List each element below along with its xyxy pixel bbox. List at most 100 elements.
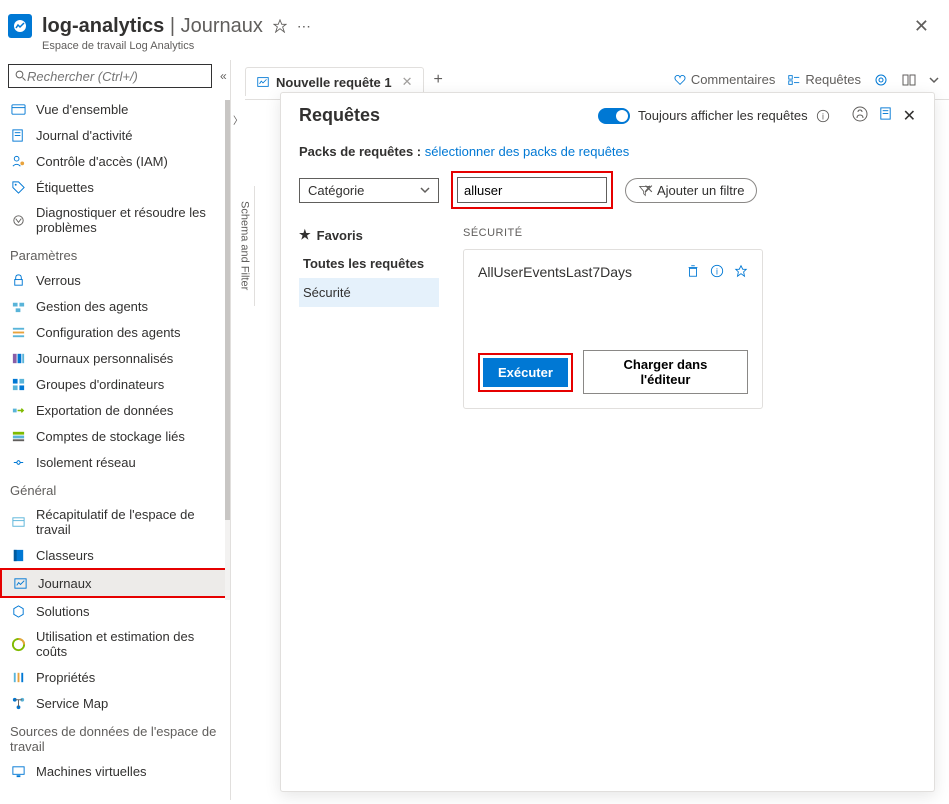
pin-icon[interactable]	[273, 19, 287, 33]
favorites-item[interactable]: ★ Favoris	[299, 221, 439, 249]
collapse-schema-icon[interactable]: 〉	[233, 112, 243, 127]
always-show-toggle[interactable]	[598, 108, 630, 124]
sidebar-item-iam[interactable]: Contrôle d'accès (IAM)	[0, 148, 230, 174]
favorites-label: Favoris	[317, 228, 363, 243]
svg-text:i: i	[822, 111, 824, 121]
more-icon[interactable]: ⋯	[297, 18, 313, 35]
modal-title: Requêtes	[299, 105, 380, 126]
sidebar-item-label: Solutions	[36, 604, 89, 619]
sidebar-item-storage[interactable]: Comptes de stockage liés	[0, 423, 230, 449]
sidebar-item-label: Utilisation et estimation des coûts	[36, 629, 222, 659]
sidebar-item-properties[interactable]: Propriétés	[0, 664, 230, 690]
always-show-label: Toujours afficher les requêtes	[638, 108, 808, 123]
properties-icon	[10, 669, 26, 685]
query-card: AllUserEventsLast7Days i Exécuter	[463, 249, 763, 409]
comments-button[interactable]: Commentaires	[673, 72, 776, 87]
query-search[interactable]: ×	[457, 177, 607, 203]
heart-icon	[673, 73, 687, 87]
logs-icon	[256, 75, 270, 89]
chevron-down-icon	[420, 185, 430, 195]
delete-query-icon[interactable]	[686, 264, 700, 278]
queries-icon	[787, 73, 801, 87]
sidebar-item-label: Journaux personnalisés	[36, 351, 173, 366]
sidebar-item-vms[interactable]: Machines virtuelles	[0, 758, 230, 784]
sidebar-item-agents[interactable]: Gestion des agents	[0, 293, 230, 319]
favorite-query-icon[interactable]	[734, 264, 748, 278]
chevron-down-icon[interactable]	[929, 75, 939, 85]
workbooks-icon	[10, 547, 26, 563]
select-packs-link[interactable]: sélectionner des packs de requêtes	[425, 144, 630, 159]
document-icon[interactable]	[878, 106, 893, 126]
svg-text:+: +	[648, 184, 651, 191]
sidebar-item-groups[interactable]: Groupes d'ordinateurs	[0, 371, 230, 397]
logs-icon	[12, 575, 28, 591]
sidebar-item-logs[interactable]: Journaux	[0, 568, 230, 598]
schema-filter-tab[interactable]: Schema and Filter	[235, 186, 255, 306]
sidebar-item-summary[interactable]: Récapitulatif de l'espace de travail	[0, 502, 230, 542]
all-queries-item[interactable]: Toutes les requêtes	[299, 249, 439, 278]
sidebar-item-solutions[interactable]: Solutions	[0, 598, 230, 624]
sidebar-item-label: Étiquettes	[36, 180, 94, 195]
servicemap-icon	[10, 695, 26, 711]
customlogs-icon	[10, 350, 26, 366]
workspace-icon	[8, 14, 32, 38]
sidebar-item-servicemap[interactable]: Service Map	[0, 690, 230, 716]
close-blade-button[interactable]: ✕	[906, 12, 937, 41]
sidebar-item-network[interactable]: Isolement réseau	[0, 449, 230, 475]
queries-label: Requêtes	[805, 72, 861, 87]
sidebar-item-workbooks[interactable]: Classeurs	[0, 542, 230, 568]
sidebar-item-label: Propriétés	[36, 670, 95, 685]
sidebar-item-label: Machines virtuelles	[36, 764, 147, 779]
sidebar-item-label: Classeurs	[36, 548, 94, 563]
search-icon	[15, 70, 27, 82]
modal-close-button[interactable]: ✕	[903, 106, 916, 126]
tab-label: Nouvelle requête 1	[276, 75, 392, 90]
sidebar-item-overview[interactable]: Vue d'ensemble	[0, 96, 230, 122]
add-tab-button[interactable]: +	[424, 71, 453, 89]
load-editor-button[interactable]: Charger dans l'éditeur	[583, 350, 748, 394]
filter-icon: +	[638, 184, 651, 197]
sidebar-item-activity[interactable]: Journal d'activité	[0, 122, 230, 148]
execute-highlight: Exécuter	[478, 353, 573, 392]
workspace-caption: Espace de travail Log Analytics	[0, 40, 949, 60]
query-search-input[interactable]	[464, 183, 640, 198]
add-filter-button[interactable]: + Ajouter un filtre	[625, 178, 757, 203]
panel-icon[interactable]	[901, 72, 917, 88]
sidebar-search-input[interactable]	[27, 69, 205, 84]
sidebar-item-tags[interactable]: Étiquettes	[0, 174, 230, 200]
vm-icon	[10, 763, 26, 779]
sidebar-item-export[interactable]: Exportation de données	[0, 397, 230, 423]
queries-button[interactable]: Requêtes	[787, 72, 861, 87]
sidebar-item-label: Contrôle d'accès (IAM)	[36, 154, 168, 169]
sidebar-item-label: Journal d'activité	[36, 128, 132, 143]
usage-icon	[10, 636, 26, 652]
tags-icon	[10, 179, 26, 195]
add-filter-label: Ajouter un filtre	[657, 183, 744, 198]
sidebar-item-locks[interactable]: Verrous	[0, 267, 230, 293]
sidebar-search[interactable]	[8, 64, 212, 88]
sidebar-section-general: Général	[0, 475, 230, 502]
category-select[interactable]: Catégorie	[299, 178, 439, 203]
sidebar-item-label: Comptes de stockage liés	[36, 429, 185, 444]
groups-icon	[10, 376, 26, 392]
sidebar-item-label: Service Map	[36, 696, 108, 711]
sidebar-item-diagnose[interactable]: Diagnostiquer et résoudre les problèmes	[0, 200, 230, 240]
sidebar-item-agentconf[interactable]: Configuration des agents	[0, 319, 230, 345]
sidebar-item-customlogs[interactable]: Journaux personnalisés	[0, 345, 230, 371]
packs-label: Packs de requêtes :	[299, 144, 421, 159]
sidebar-item-usage[interactable]: Utilisation et estimation des coûts	[0, 624, 230, 664]
activity-icon	[10, 127, 26, 143]
info-query-icon[interactable]: i	[710, 264, 724, 278]
github-icon[interactable]	[852, 106, 868, 126]
diagnose-icon	[10, 212, 26, 228]
sidebar-item-label: Groupes d'ordinateurs	[36, 377, 164, 392]
close-tab-icon[interactable]: ✕	[402, 74, 413, 90]
category-security-item[interactable]: Sécurité	[299, 278, 439, 307]
sidebar-item-label: Configuration des agents	[36, 325, 181, 340]
info-icon[interactable]: i	[816, 109, 830, 123]
search-highlight: ×	[451, 171, 613, 209]
query-name: AllUserEventsLast7Days	[478, 264, 686, 280]
settings-icon[interactable]	[873, 72, 889, 88]
collapse-sidebar-icon[interactable]: «	[220, 69, 227, 83]
execute-button[interactable]: Exécuter	[483, 358, 568, 387]
